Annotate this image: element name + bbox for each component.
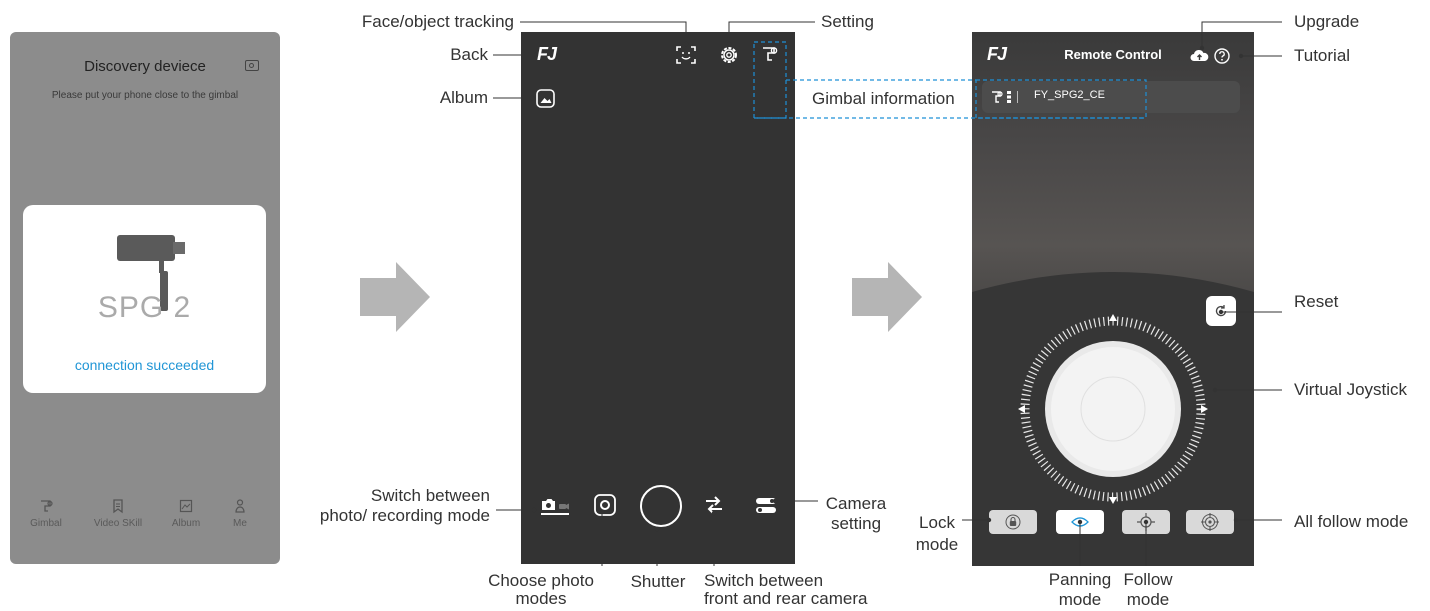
label-gimbal-information: Gimbal information — [808, 89, 959, 109]
annotation-leader-lines — [493, 21, 1282, 566]
label-face-tracking: Face/object tracking — [361, 12, 514, 31]
label-virtual-joystick: Virtual Joystick — [1294, 380, 1408, 399]
label-choose-photo-modes: Choose photo modes — [488, 571, 594, 608]
label-reset: Reset — [1294, 292, 1339, 311]
label-camera-setting: Camera setting — [825, 494, 887, 533]
label-album: Album — [439, 88, 488, 107]
label-upgrade: Upgrade — [1294, 12, 1360, 31]
label-tutorial: Tutorial — [1294, 46, 1351, 65]
label-switch-camera: Switch between front and rear camera — [704, 571, 868, 608]
label-all-follow-mode: All follow mode — [1294, 512, 1409, 531]
label-follow-mode: Follow mode — [1123, 570, 1173, 609]
label-lock-mode: Lock mode — [915, 513, 959, 554]
label-setting: Setting — [821, 12, 874, 31]
label-back: Back — [450, 45, 488, 64]
label-switch-mode: Switch between photo/ recording mode — [319, 486, 490, 525]
label-shutter: Shutter — [630, 572, 686, 591]
